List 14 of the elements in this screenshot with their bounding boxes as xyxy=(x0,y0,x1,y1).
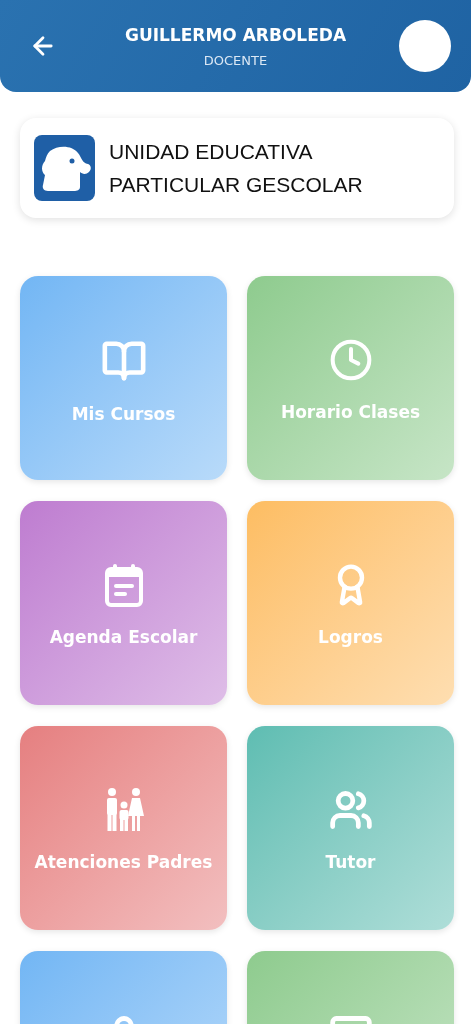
menu-tile[interactable]: Horario Clases xyxy=(247,276,454,480)
school-name: UNIDAD EDUCATIVA PARTICULAR GESCOLAR xyxy=(109,139,364,198)
elephant-logo xyxy=(34,135,95,201)
menu-tile[interactable]: Atenciones Padres xyxy=(20,726,227,930)
menu-tile[interactable]: Agenda Escolar xyxy=(20,501,227,705)
users-icon xyxy=(328,788,373,832)
clock-icon xyxy=(328,338,373,382)
menu-tile[interactable]: Logros xyxy=(247,501,454,705)
user-role: DOCENTE xyxy=(203,52,268,68)
user-name: GUILLERMO ARBOLEDA xyxy=(124,24,347,45)
avatar[interactable] xyxy=(399,20,451,72)
calendar-icon xyxy=(104,563,143,607)
menu-tile[interactable]: Mis Cursos xyxy=(20,276,227,480)
menu-tile[interactable]: Tutor xyxy=(247,726,454,930)
